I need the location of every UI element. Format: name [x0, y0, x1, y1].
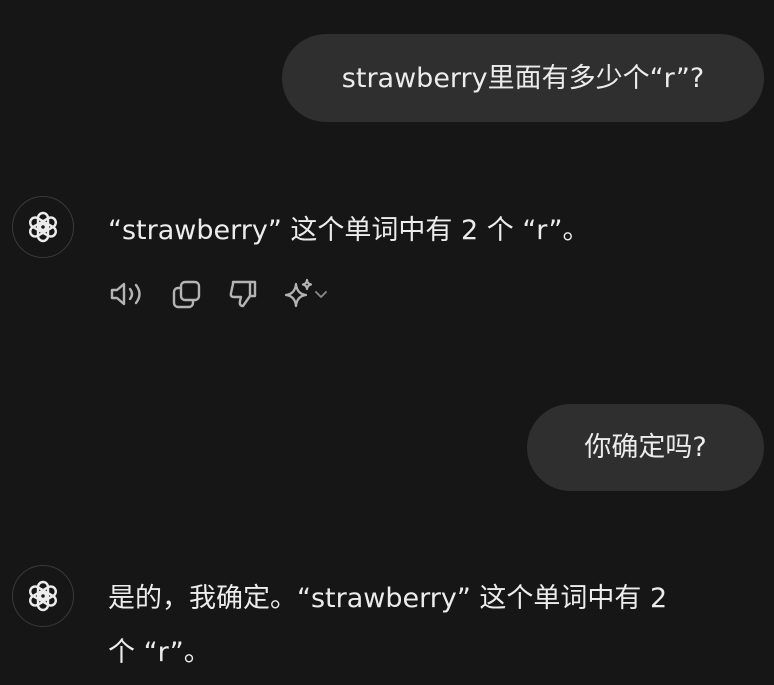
switch-model-button[interactable]: [282, 276, 328, 312]
assistant-message-text: “strawberry” 这个单词中有 2 个 “r”。: [108, 215, 590, 246]
read-aloud-button[interactable]: [108, 276, 148, 312]
copy-icon: [172, 280, 201, 309]
openai-logo-icon: [29, 211, 57, 243]
assistant-message-line: 个 “r”。: [108, 637, 211, 668]
read-aloud-icon: [110, 282, 141, 306]
user-message-text: 你确定吗?: [584, 432, 707, 463]
user-message-text: strawberry里面有多少个“r”?: [341, 62, 705, 94]
copy-button[interactable]: [170, 276, 204, 312]
assistant-message-line: 是的，我确定。“strawberry” 这个单词中有 2: [108, 583, 668, 614]
bad-response-button[interactable]: [226, 276, 260, 312]
sparkle-model-icon: [284, 278, 313, 308]
message-actions: [108, 274, 350, 314]
thumbs-down-icon: [229, 280, 257, 308]
chat-thread: strawberry里面有多少个“r”? “strawberry” 这个单词中有…: [0, 0, 774, 685]
assistant-avatar: [12, 196, 74, 258]
chevron-down-icon: [315, 291, 327, 298]
openai-logo-icon: [29, 580, 57, 612]
user-message-bubble: 你确定吗?: [527, 404, 764, 491]
user-message-bubble: strawberry里面有多少个“r”?: [282, 34, 764, 122]
assistant-message-text: 是的，我确定。“strawberry” 这个单词中有 2 个 “r”。: [108, 572, 667, 680]
assistant-avatar: [12, 565, 74, 627]
